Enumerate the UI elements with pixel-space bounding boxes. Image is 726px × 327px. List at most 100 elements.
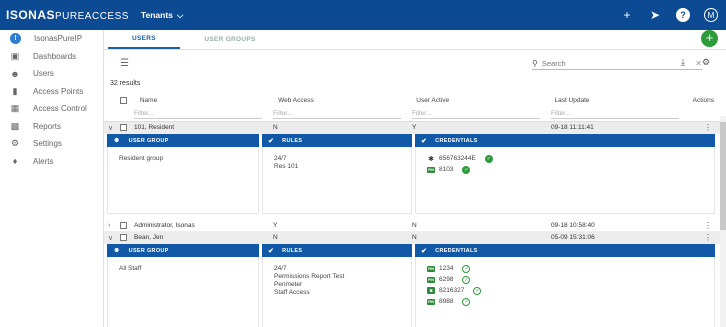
rules-panel: ✔ RULES 24/7 Permissions Report Test Peri… bbox=[262, 244, 412, 327]
sidebar-item-users[interactable]: ☻ Users bbox=[0, 65, 103, 83]
panel-title: CREDENTIALS bbox=[435, 247, 478, 254]
credentials-icon: ✔ bbox=[421, 247, 428, 255]
bell-icon: ♦ bbox=[12, 156, 18, 167]
web-access-value: Y bbox=[273, 222, 278, 229]
sidebar: ! IsonasPureIP ▣ Dashboards ☻ Users ▮ Ac… bbox=[0, 30, 104, 327]
credential-value: 8988 bbox=[439, 298, 454, 305]
user-name: 101, Resident bbox=[134, 124, 175, 131]
users-icon: ☻ bbox=[113, 247, 121, 254]
main-content: USERS USER GROUPS + ☰ ⚲ ✕ ⤓ ⚙ 32 results… bbox=[104, 30, 726, 327]
sidebar-item-settings[interactable]: ⚙ Settings bbox=[0, 135, 103, 153]
credential-item: ✱ 656763244E ✓ bbox=[427, 153, 703, 164]
sidebar-item-alerts[interactable]: ♦ Alerts bbox=[0, 153, 103, 171]
credentials-panel: ✔ CREDENTIALS PIN 1234 ✓ PIN 6298 ✓ ■ 821… bbox=[415, 244, 715, 327]
credential-item: PIN 8988 ✓ bbox=[427, 296, 703, 307]
filter-icon[interactable]: ☰ bbox=[120, 58, 129, 69]
col-name[interactable]: Name bbox=[140, 97, 278, 104]
tab-users[interactable]: USERS bbox=[108, 30, 180, 49]
add-user-button[interactable]: + bbox=[701, 30, 718, 47]
sidebar-item-label: Dashboards bbox=[33, 51, 77, 61]
row-checkbox[interactable] bbox=[120, 124, 127, 131]
app-logo[interactable]: ISONASPUREACCESS bbox=[6, 8, 129, 22]
last-update-filter[interactable]: Filter... bbox=[551, 110, 679, 119]
card-icon: ■ bbox=[427, 287, 435, 294]
sidebar-item-label: Alerts bbox=[33, 156, 54, 166]
chevron-right-icon[interactable]: › bbox=[104, 222, 120, 229]
chevron-down-icon: ⌵ bbox=[176, 9, 184, 20]
panel-title: USER GROUP bbox=[128, 137, 169, 144]
table-row[interactable]: › Administrator, Isonas Y N 09-18 10:58:… bbox=[104, 220, 726, 232]
credential-value: 1234 bbox=[439, 265, 454, 272]
col-last-update[interactable]: Last Update bbox=[554, 97, 692, 104]
credentials-icon: ✔ bbox=[421, 137, 428, 145]
sidebar-item-label: Settings bbox=[33, 139, 62, 149]
panel-title: USER GROUP bbox=[128, 247, 169, 254]
user-group-panel: ☻ USER GROUP Resident group bbox=[107, 134, 259, 214]
credential-item: PIN 1234 ✓ bbox=[427, 263, 703, 274]
help-icon[interactable]: ? bbox=[676, 8, 690, 22]
col-actions: Actions bbox=[692, 97, 714, 104]
col-web-access[interactable]: Web Access bbox=[278, 97, 416, 104]
rule-item: Permissions Report Test bbox=[274, 273, 345, 280]
sidebar-item-access-control[interactable]: ▦ Access Control bbox=[0, 100, 103, 118]
user-group-panel: ☻ USER GROUP All Staff bbox=[107, 244, 259, 327]
col-user-active[interactable]: User Active bbox=[416, 97, 554, 104]
users-icon: ☻ bbox=[113, 137, 121, 144]
search-input[interactable] bbox=[541, 59, 672, 68]
panel-title: CREDENTIALS bbox=[435, 137, 478, 144]
logo-sub-text: PUREACCESS bbox=[55, 11, 129, 22]
user-name: Bean, Jen bbox=[134, 234, 164, 241]
sidebar-item-isonaspureip[interactable]: ! IsonasPureIP bbox=[0, 30, 103, 48]
web-access-filter[interactable]: Filter... bbox=[273, 110, 401, 119]
user-active-filter[interactable]: Filter... bbox=[412, 110, 540, 119]
send-icon[interactable]: ➤ bbox=[648, 8, 662, 22]
rules-icon: ✔ bbox=[268, 247, 275, 255]
last-update-value: 09-18 11:11:41 bbox=[551, 124, 594, 131]
sidebar-item-dashboards[interactable]: ▣ Dashboards bbox=[0, 48, 103, 66]
rule-item: Res 101 bbox=[274, 163, 299, 170]
user-active-value: N bbox=[412, 234, 417, 241]
chevron-down-icon[interactable]: ∨ bbox=[104, 234, 120, 242]
search-box: ⚲ ✕ bbox=[532, 58, 702, 70]
web-access-value: N bbox=[273, 124, 278, 131]
sidebar-item-access-points[interactable]: ▮ Access Points bbox=[0, 83, 103, 101]
credential-value: 8103 bbox=[439, 166, 454, 173]
panel-title: RULES bbox=[282, 247, 303, 254]
rule-item: Perimeter bbox=[274, 281, 303, 288]
results-count: 32 results bbox=[110, 80, 141, 87]
last-update-value: 09-18 10:58:40 bbox=[551, 222, 595, 229]
table-row[interactable]: ∨ Bean, Jen N N 05-09 15:31:06 ⋮ bbox=[104, 232, 726, 244]
scrollbar[interactable] bbox=[720, 116, 726, 327]
select-all-checkbox[interactable] bbox=[119, 97, 127, 104]
avatar[interactable]: M bbox=[704, 8, 718, 22]
scrollbar-thumb[interactable] bbox=[720, 122, 726, 230]
rule-item: 24/7 bbox=[274, 155, 287, 162]
close-icon[interactable]: ✕ bbox=[695, 59, 702, 68]
credentials-panel: ✔ CREDENTIALS ✱ 656763244E ✓ PIN 8103 ✓ bbox=[415, 134, 715, 214]
user-group-value: All Staff bbox=[119, 265, 142, 272]
user-active-value: Y bbox=[412, 124, 417, 131]
row-checkbox[interactable] bbox=[120, 222, 127, 229]
rule-item: Staff Access bbox=[274, 289, 310, 296]
gear-icon: ⚙ bbox=[10, 138, 20, 149]
chevron-down-icon[interactable]: ∨ bbox=[104, 124, 120, 132]
name-filter[interactable]: Filter... bbox=[134, 110, 262, 119]
add-icon[interactable]: + bbox=[620, 8, 634, 22]
check-icon: ✓ bbox=[462, 165, 471, 174]
download-icon[interactable]: ⤓ bbox=[681, 57, 685, 68]
row-detail: ☻ USER GROUP Resident group ✔ RULES 24/7 R… bbox=[104, 134, 726, 216]
tenants-dropdown[interactable]: Tenants ⌵ bbox=[141, 10, 183, 21]
top-bar: ISONASPUREACCESS Tenants ⌵ + ➤ ? M bbox=[0, 0, 726, 30]
rules-panel: ✔ RULES 24/7 Res 101 bbox=[262, 134, 412, 214]
sidebar-item-label: Access Control bbox=[33, 104, 87, 114]
dashboard-icon: ▣ bbox=[10, 50, 20, 61]
sidebar-item-reports[interactable]: ▩ Reports bbox=[0, 118, 103, 136]
gear-icon[interactable]: ⚙ bbox=[702, 57, 710, 68]
sidebar-item-label: Users bbox=[33, 69, 54, 79]
table-row[interactable]: ∨ 101, Resident N Y 09-18 11:11:41 ⋮ bbox=[104, 122, 726, 134]
user-name: Administrator, Isonas bbox=[134, 222, 195, 229]
badge-icon: PIN bbox=[427, 166, 435, 173]
search-icon: ⚲ bbox=[532, 59, 538, 68]
tab-user-groups[interactable]: USER GROUPS bbox=[194, 30, 266, 49]
row-checkbox[interactable] bbox=[120, 234, 127, 241]
